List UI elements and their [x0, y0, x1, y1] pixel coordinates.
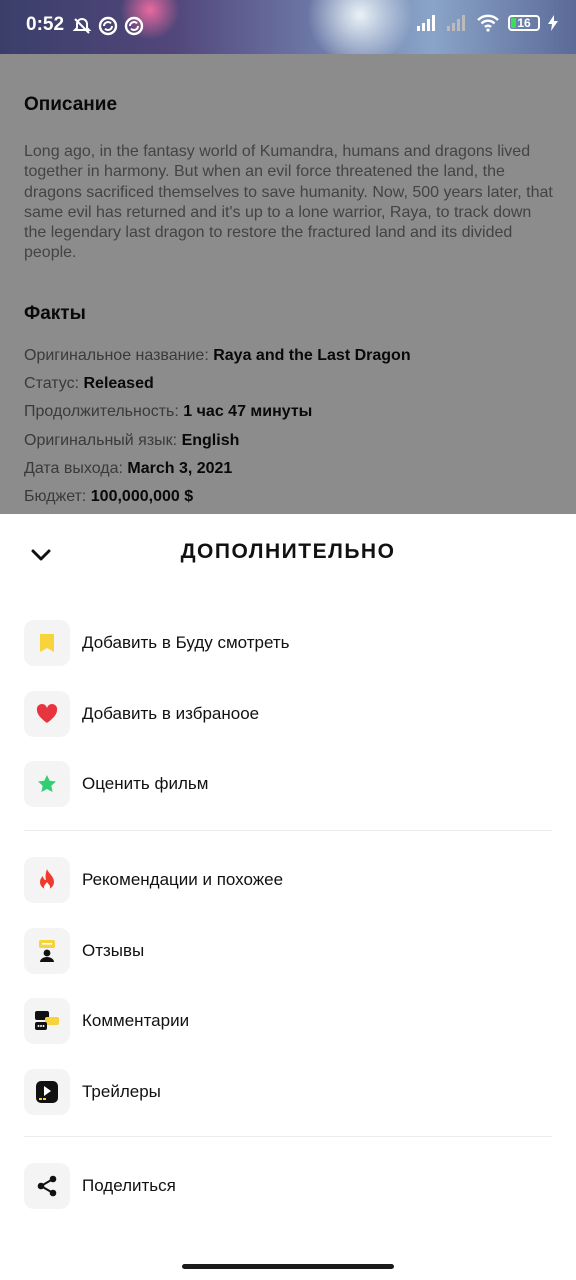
battery-icon: 16: [508, 15, 540, 31]
divider: [24, 1136, 552, 1137]
divider: [24, 830, 552, 831]
signal-icon: [417, 15, 435, 31]
status-bar: 0:52 16: [0, 0, 576, 54]
signal-icon: [447, 15, 465, 31]
muted-bell-icon: [72, 17, 92, 34]
menu-item-comments[interactable]: Комментарии: [24, 986, 552, 1057]
fire-icon: [24, 857, 70, 904]
heart-icon: [24, 690, 70, 737]
menu-group-share: Поделиться: [24, 1151, 552, 1222]
menu-group-library: Добавить в Буду смотреть Добавить в избр…: [24, 608, 552, 820]
scrim-overlay[interactable]: [0, 54, 576, 514]
menu-item-watchlist[interactable]: Добавить в Буду смотреть: [24, 608, 552, 679]
comments-icon: [24, 998, 70, 1045]
menu-item-recommendations[interactable]: Рекомендации и похожее: [24, 845, 552, 916]
sync-icon: [98, 16, 118, 36]
home-indicator[interactable]: [182, 1264, 394, 1269]
star-icon: [24, 761, 70, 808]
sync-icon: [124, 16, 144, 36]
bookmark-icon: [24, 620, 70, 667]
charging-icon: [548, 15, 558, 31]
trailer-icon: [24, 1068, 70, 1115]
menu-item-reviews[interactable]: Отзывы: [24, 916, 552, 987]
share-icon: [24, 1163, 70, 1210]
menu-group-discover: Рекомендации и похожее Отзывы Комментари…: [24, 845, 552, 1127]
review-icon: [24, 927, 70, 974]
sheet-title: ДОПОЛНИТЕЛЬНО: [180, 540, 396, 563]
status-time: 0:52: [26, 14, 65, 35]
menu-item-share[interactable]: Поделиться: [24, 1151, 552, 1222]
menu-item-favorite[interactable]: Добавить в избраноое: [24, 679, 552, 750]
backdrop-art: [300, 0, 420, 54]
bottom-sheet: ДОПОЛНИТЕЛЬНО Добавить в Буду смотреть Д…: [0, 514, 576, 1280]
menu-item-rate[interactable]: Оценить фильм: [24, 749, 552, 820]
wifi-icon: [477, 14, 499, 32]
menu-item-trailers[interactable]: Трейлеры: [24, 1057, 552, 1128]
sheet-header: ДОПОЛНИТЕЛЬНО: [0, 514, 576, 594]
